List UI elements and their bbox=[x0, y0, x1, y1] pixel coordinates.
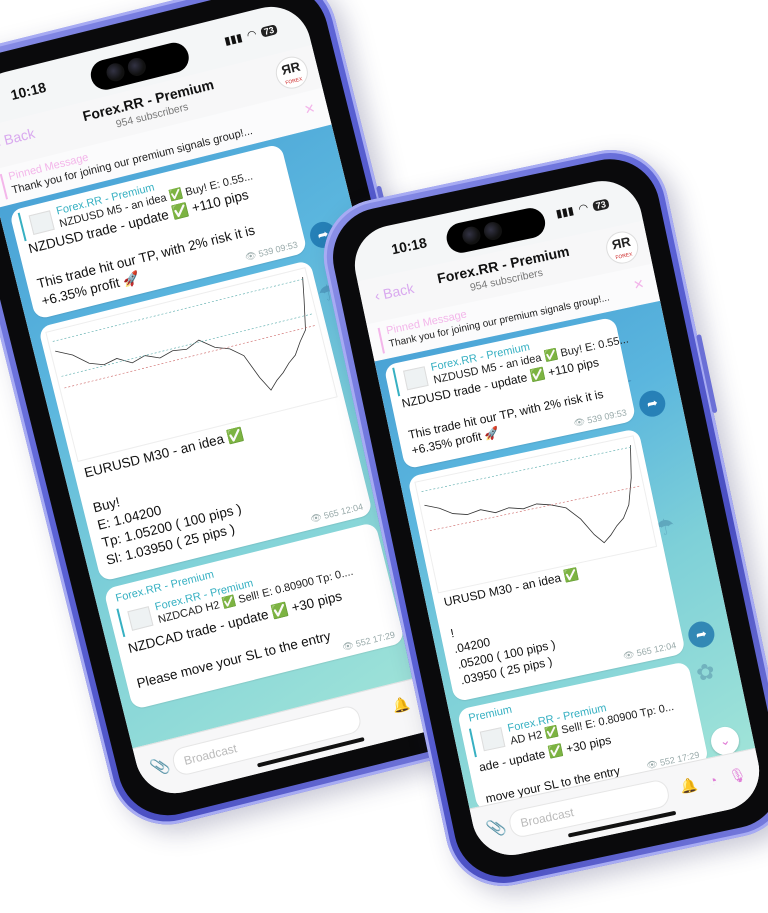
message-bubble[interactable]: URUSD M30 - an idea ✅ ! .04200 .05200 ( … bbox=[407, 428, 686, 703]
attach-icon[interactable]: 📎 bbox=[148, 755, 172, 779]
message-time: 12:04 bbox=[652, 640, 678, 655]
price-chart bbox=[421, 445, 640, 544]
battery-icon: 73 bbox=[259, 23, 278, 38]
phone-back: 10:18 ▮▮▮ ◠ 73 ‹ Back Forex.RR - Premium… bbox=[313, 139, 768, 897]
status-icons: ▮▮▮ ◠ 73 bbox=[223, 22, 278, 48]
message-bubble[interactable]: EURUSD M30 - an idea ✅ Buy! E: 1.04200 T… bbox=[37, 259, 374, 582]
quote-thumbnail bbox=[402, 365, 429, 390]
microphone-icon[interactable]: 🎙 bbox=[727, 765, 748, 785]
share-icon[interactable]: ➦ bbox=[685, 619, 717, 650]
pinned-bar bbox=[377, 327, 385, 354]
timer-icon[interactable]: ◔ bbox=[707, 772, 719, 790]
view-count: 539 bbox=[257, 245, 275, 259]
avatar-logo-text: ЯR bbox=[279, 58, 302, 78]
bell-icon[interactable]: 🔔 bbox=[678, 776, 699, 796]
message-meta: 👁 565 12:04 bbox=[309, 501, 365, 525]
status-time: 10:18 bbox=[389, 234, 429, 258]
bezel: 10:18 ▮▮▮ ◠ 73 ‹ Back Forex.RR - Premium… bbox=[323, 149, 768, 887]
signal-icon: ▮▮▮ bbox=[554, 204, 576, 221]
view-count: 565 bbox=[635, 645, 653, 659]
wifi-icon: ◠ bbox=[245, 28, 258, 43]
pinned-bar bbox=[0, 173, 8, 200]
quote-thumbnail bbox=[127, 605, 154, 631]
view-count: 565 bbox=[322, 507, 340, 521]
quote-thumbnail bbox=[28, 209, 55, 235]
message-time: 12:04 bbox=[339, 501, 365, 517]
view-count: 552 bbox=[354, 635, 372, 649]
quote-thumbnail bbox=[479, 726, 506, 751]
composer-icons: 🔔 ◔ 🎙 bbox=[678, 765, 748, 796]
status-time: 10:18 bbox=[9, 78, 48, 104]
view-count: 539 bbox=[586, 412, 604, 426]
status-icons: ▮▮▮ ◠ 73 bbox=[554, 197, 610, 221]
share-icon[interactable]: ➦ bbox=[636, 388, 668, 420]
bell-icon[interactable]: 🔔 bbox=[391, 695, 412, 716]
wifi-icon: ◠ bbox=[577, 201, 590, 216]
message-meta: 👁 565 12:04 bbox=[622, 640, 678, 662]
close-icon[interactable]: ✕ bbox=[632, 276, 646, 294]
chat-area[interactable]: ✈ ☂ ✿ Forex.RR - Premium NZDUSD M5 - an … bbox=[374, 300, 756, 810]
signal-icon: ▮▮▮ bbox=[223, 31, 244, 48]
doodle-icon: ✿ bbox=[693, 657, 718, 687]
avatar-logo-sub: FOREX bbox=[615, 251, 634, 262]
battery-icon: 73 bbox=[591, 197, 610, 212]
attach-icon[interactable]: 📎 bbox=[484, 817, 508, 841]
close-icon[interactable]: ✕ bbox=[303, 100, 317, 118]
avatar-logo-text: ЯR bbox=[610, 233, 632, 253]
